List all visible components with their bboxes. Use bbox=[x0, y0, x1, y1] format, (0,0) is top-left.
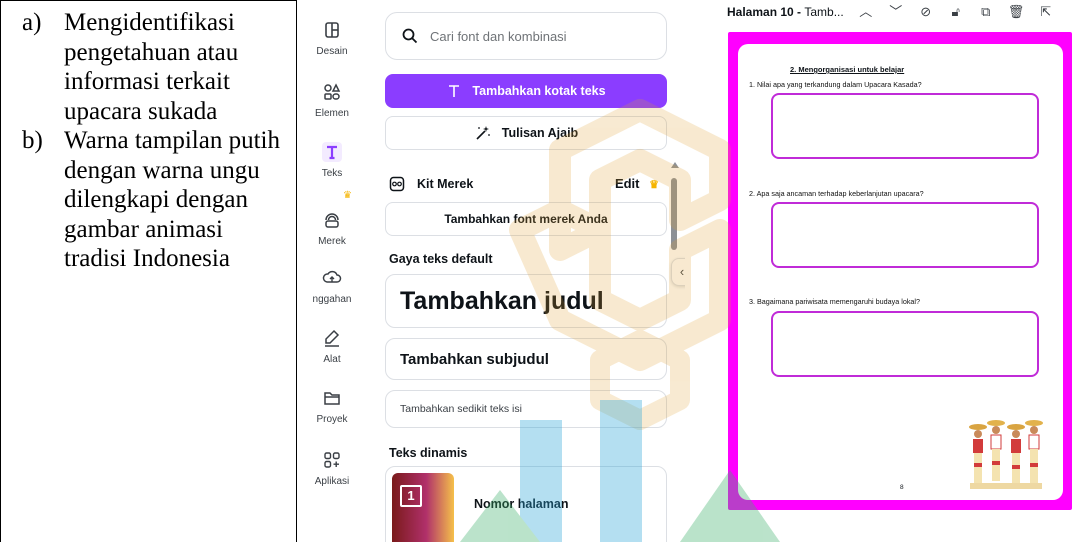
rail-label: Alat bbox=[323, 354, 341, 365]
list-item-text: Mengidentifikasi pengetahuan atau inform… bbox=[64, 9, 239, 125]
side-rail: Desain Elemen Teks ♛ Merek nggahan Alat … bbox=[297, 0, 367, 542]
worksheet-content: 2. Mengorganisasi untuk belajar 1. Nilai… bbox=[738, 44, 1063, 500]
button-label: Tambahkan kotak teks bbox=[472, 84, 606, 98]
subheading-sample: Tambahkan subjudul bbox=[400, 350, 549, 368]
traditional-dancers-illustration bbox=[969, 420, 1043, 489]
page-number-thumb-label: 1 bbox=[400, 485, 422, 507]
chevron-up-icon[interactable]: ︿ bbox=[858, 4, 874, 20]
rail-item-apps[interactable]: Aplikasi bbox=[297, 450, 367, 487]
page-label: Halaman 10 - bbox=[727, 5, 805, 19]
rail-item-text[interactable]: Teks bbox=[297, 142, 367, 179]
rail-item-projects[interactable]: Proyek bbox=[297, 388, 367, 425]
folder-icon bbox=[324, 392, 340, 405]
text-icon bbox=[449, 85, 460, 97]
rail-label: Teks bbox=[321, 168, 343, 179]
search-placeholder: Cari font dan kombinasi bbox=[430, 28, 567, 44]
text-panel: Cari font dan kombinasi Tambahkan kotak … bbox=[367, 0, 693, 542]
add-body-text-button[interactable]: Tambahkan sedikit teks isi bbox=[385, 390, 667, 428]
layout-icon bbox=[325, 22, 339, 38]
add-textbox-button[interactable]: Tambahkan kotak teks bbox=[385, 74, 667, 108]
trash-icon[interactable]: 🗑︎ bbox=[1008, 4, 1025, 20]
rail-item-uploads[interactable]: nggahan bbox=[297, 268, 367, 305]
question-text: 1. Nilai apa yang terkandung dalam Upaca… bbox=[749, 80, 922, 89]
search-icon bbox=[402, 28, 418, 44]
page-number: 8 bbox=[900, 484, 904, 491]
page-name: Tamb... bbox=[804, 5, 844, 19]
crown-icon: ♛ bbox=[343, 190, 352, 201]
text-icon bbox=[322, 142, 342, 162]
panel-scrollbar[interactable] bbox=[671, 178, 677, 250]
question-text: 3. Bagaimana pariwisata memengaruhi buda… bbox=[749, 297, 921, 306]
search-input[interactable]: Cari font dan kombinasi bbox=[385, 12, 667, 60]
draw-icon bbox=[325, 329, 340, 347]
rail-item-design[interactable]: Desain bbox=[297, 20, 367, 57]
brand-kit-heading: Kit Merek bbox=[417, 177, 474, 191]
button-label: Tulisan Ajaib bbox=[501, 126, 579, 140]
answer-box[interactable] bbox=[771, 311, 1039, 377]
heading-sample: Tambahkan judul bbox=[400, 286, 604, 315]
rail-label: Elemen bbox=[315, 108, 349, 119]
rail-label: nggahan bbox=[312, 294, 352, 305]
add-heading-button[interactable]: Tambahkan judul bbox=[385, 274, 667, 328]
chevron-left-icon: ‹ bbox=[679, 264, 685, 279]
shapes-icon bbox=[324, 83, 341, 100]
brand-kit-row: Kit Merek Edit ♛ bbox=[389, 176, 659, 192]
button-label: Tambahkan font merek Anda bbox=[444, 212, 608, 226]
list-item: a) Mengidentifikasi pengetahuan atau inf… bbox=[22, 8, 290, 126]
brand-kit-icon bbox=[389, 176, 405, 192]
answer-box[interactable] bbox=[771, 202, 1039, 268]
rail-label: Aplikasi bbox=[314, 476, 350, 487]
page-title[interactable]: Halaman 10 - Tamb... bbox=[727, 5, 844, 19]
dynamic-text-heading: Teks dinamis bbox=[389, 446, 468, 460]
rail-label: Desain bbox=[316, 46, 348, 57]
list-item-text: Warna tampilan putih dengan warna ungu d… bbox=[64, 127, 280, 272]
duplicate-icon[interactable]: ⧉ bbox=[978, 4, 994, 20]
add-page-icon[interactable]: ⇱ bbox=[1038, 4, 1054, 20]
answer-box[interactable] bbox=[771, 93, 1039, 159]
brand-kit-edit-button[interactable]: Edit ♛ bbox=[615, 176, 659, 191]
rail-item-draw[interactable]: Alat bbox=[297, 328, 367, 365]
list-marker: a) bbox=[22, 9, 42, 36]
upload-icon bbox=[322, 270, 342, 283]
list-item: b) Warna tampilan putih dengan warna ung… bbox=[22, 126, 290, 274]
brand-icon bbox=[325, 213, 339, 228]
rail-item-brand[interactable]: Merek bbox=[297, 210, 367, 247]
add-subheading-button[interactable]: Tambahkan subjudul bbox=[385, 338, 667, 380]
body-sample: Tambahkan sedikit teks isi bbox=[400, 403, 522, 415]
page-number-label: Nomor halaman bbox=[474, 497, 569, 511]
default-styles-heading: Gaya teks default bbox=[389, 252, 493, 266]
add-brand-font-button[interactable]: Tambahkan font merek Anda bbox=[385, 202, 667, 236]
question-text: 2. Apa saja ancaman terhadap keberlanjut… bbox=[749, 189, 924, 198]
editor-screenshot: Desain Elemen Teks ♛ Merek nggahan Alat … bbox=[297, 0, 1078, 542]
magic-wand-icon bbox=[476, 126, 490, 140]
rail-label: Proyek bbox=[316, 414, 348, 425]
crown-icon: ♛ bbox=[649, 179, 659, 191]
lock-icon[interactable]: 🔓︎ bbox=[948, 4, 964, 20]
page-toolbar: Halaman 10 - Tamb... ︿ ﹀ ⊘ 🔓︎ ⧉ 🗑︎ ⇱ bbox=[727, 4, 1054, 20]
document-text-cell: a) Mengidentifikasi pengetahuan atau inf… bbox=[0, 0, 296, 542]
page-number-card[interactable]: 1 Nomor halaman bbox=[385, 466, 667, 542]
canvas-area: Halaman 10 - Tamb... ︿ ﹀ ⊘ 🔓︎ ⧉ 🗑︎ ⇱ 2. … bbox=[685, 0, 1078, 542]
rail-item-elements[interactable]: Elemen bbox=[297, 82, 367, 119]
edit-label: Edit bbox=[614, 176, 640, 191]
chevron-down-icon[interactable]: ﹀ bbox=[888, 4, 904, 20]
worksheet-page[interactable]: 2. Mengorganisasi untuk belajar 1. Nilai… bbox=[728, 32, 1072, 510]
rail-label: Merek bbox=[318, 236, 346, 247]
page-number-thumbnail: 1 bbox=[392, 473, 454, 542]
worksheet-title: 2. Mengorganisasi untuk belajar bbox=[790, 65, 905, 74]
list-marker: b) bbox=[22, 127, 43, 154]
apps-icon bbox=[324, 452, 340, 468]
hide-icon[interactable]: ⊘ bbox=[918, 4, 934, 20]
magic-write-button[interactable]: Tulisan Ajaib bbox=[385, 116, 667, 150]
scroll-up-arrow[interactable] bbox=[671, 162, 679, 168]
